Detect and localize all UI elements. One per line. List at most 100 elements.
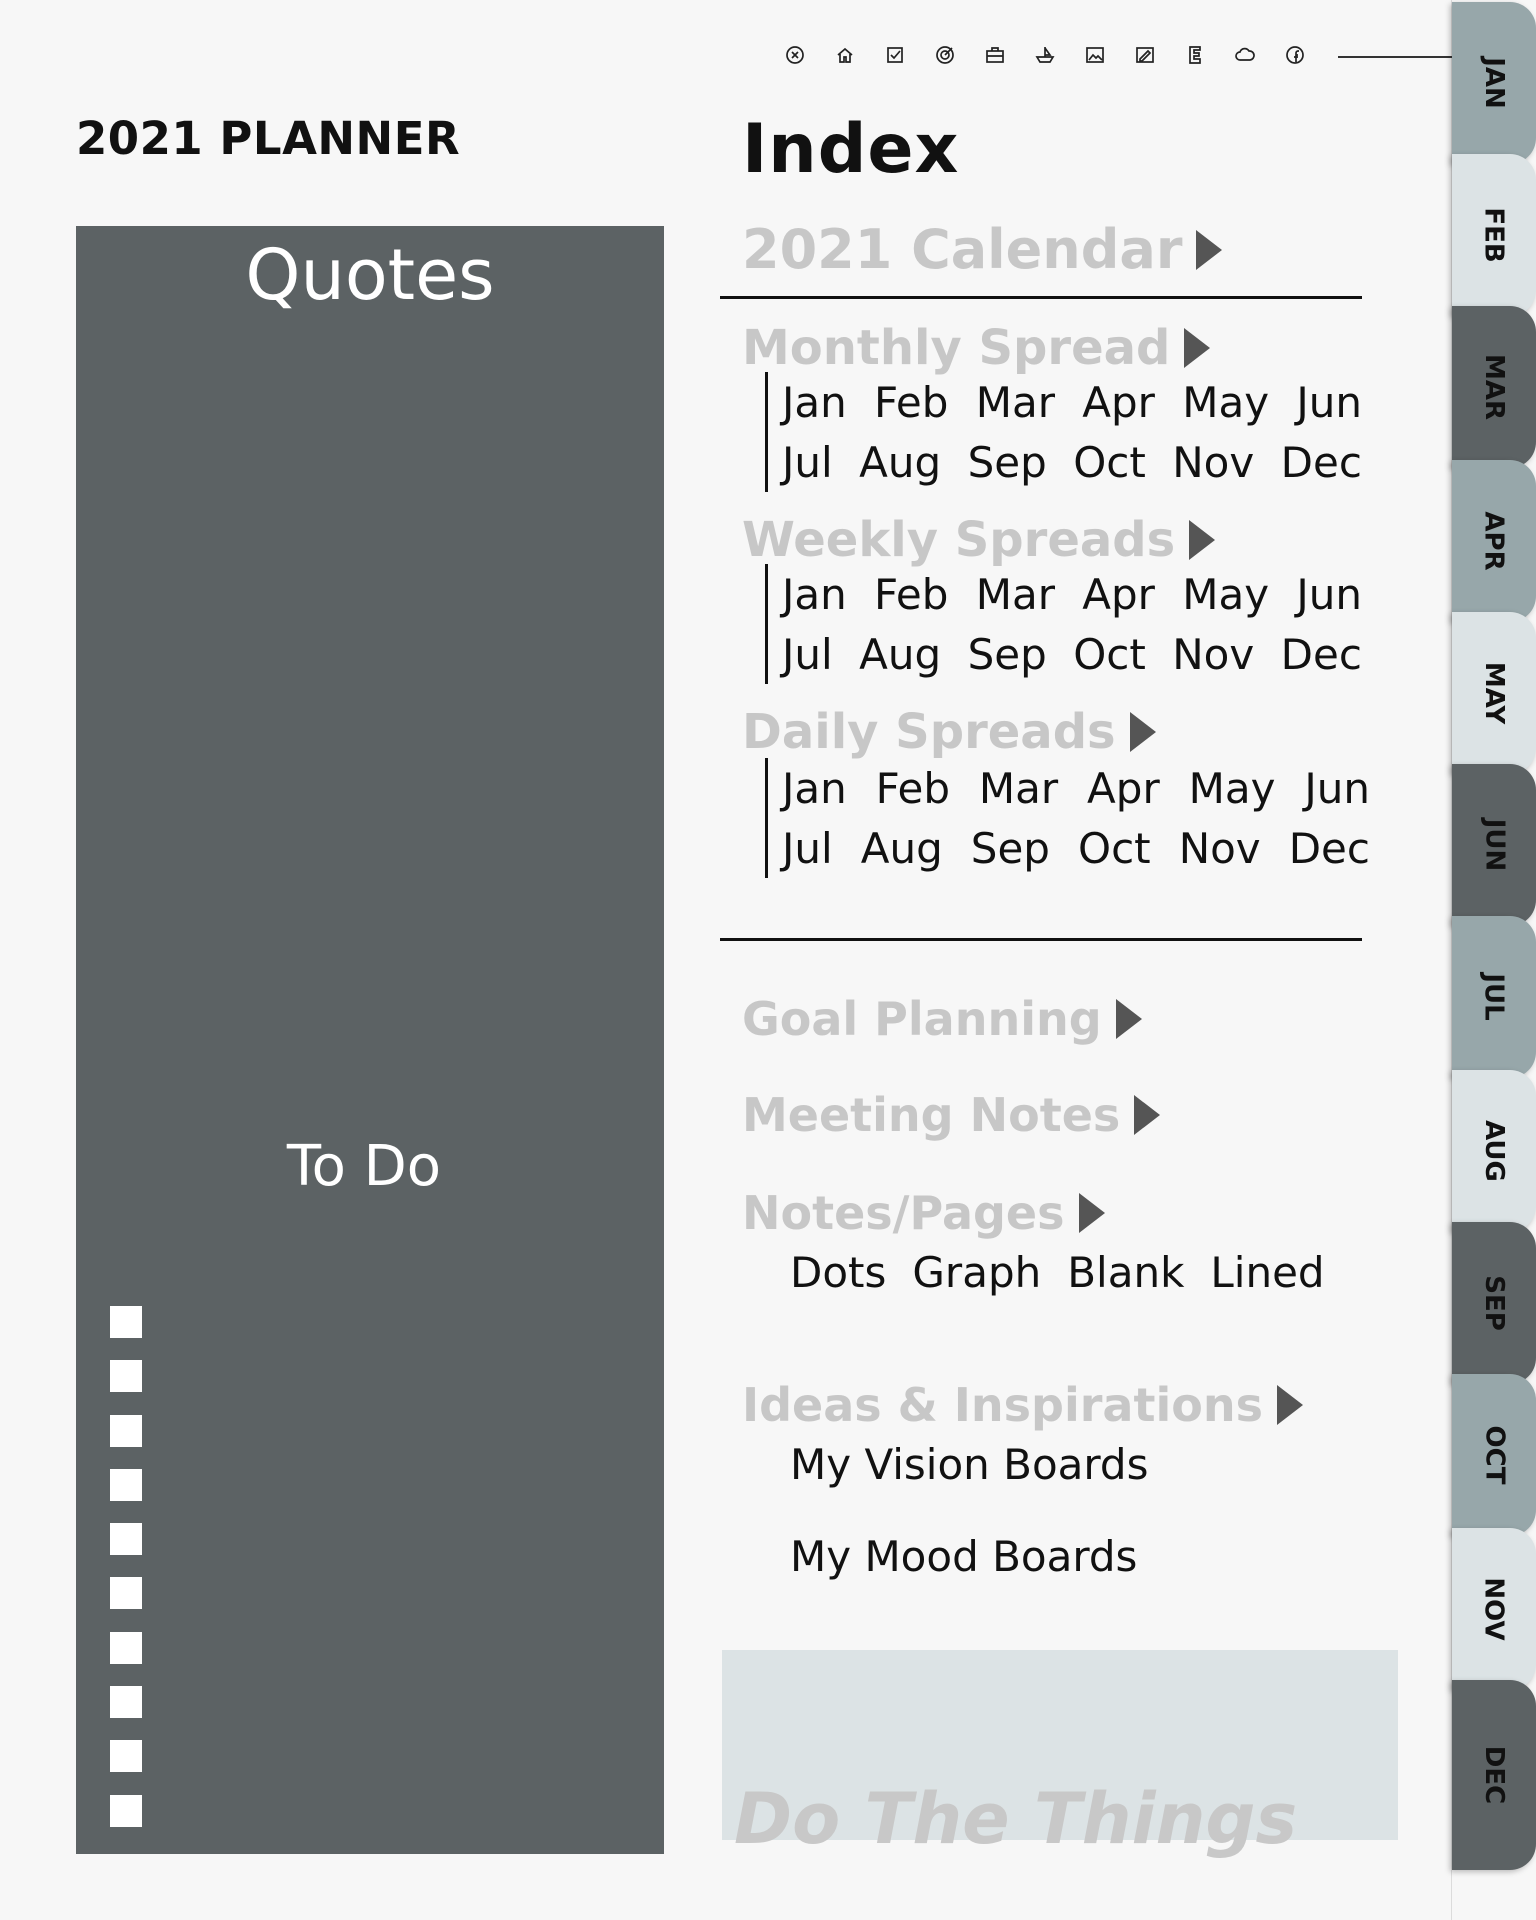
notes-pages-link[interactable]: Notes/Pages bbox=[742, 1186, 1105, 1240]
daily-apr-link[interactable]: Apr bbox=[1087, 764, 1160, 813]
calendar-link-label: 2021 Calendar bbox=[742, 218, 1183, 281]
boat-icon[interactable] bbox=[1034, 44, 1056, 66]
monthly-spread-link[interactable]: Monthly Spread bbox=[742, 320, 1211, 376]
tab-label: JUN bbox=[1478, 818, 1509, 872]
tab-jan[interactable]: JAN bbox=[1452, 2, 1536, 164]
tab-label: NOV bbox=[1478, 1577, 1509, 1641]
daily-oct-link[interactable]: Oct bbox=[1078, 824, 1151, 873]
sketch-icon[interactable] bbox=[1134, 44, 1156, 66]
daily-feb-link[interactable]: Feb bbox=[876, 764, 950, 813]
meeting-notes-link[interactable]: Meeting Notes bbox=[742, 1088, 1161, 1142]
todo-checkbox[interactable] bbox=[110, 1631, 142, 1664]
cloud-icon[interactable] bbox=[1234, 44, 1256, 66]
goal-planning-link[interactable]: Goal Planning bbox=[742, 992, 1142, 1046]
daily-jul-link[interactable]: Jul bbox=[782, 824, 833, 873]
tab-apr[interactable]: APR bbox=[1452, 460, 1536, 622]
todo-checkbox[interactable] bbox=[110, 1523, 142, 1556]
monthly-oct-link[interactable]: Oct bbox=[1073, 438, 1146, 487]
divider bbox=[720, 938, 1362, 941]
weekly-dec-link[interactable]: Dec bbox=[1281, 630, 1362, 679]
home-icon[interactable] bbox=[834, 44, 856, 66]
month-tabs: JAN FEB MAR APR MAY JUN JUL AUG SEP OCT … bbox=[1452, 0, 1536, 1920]
tab-label: JAN bbox=[1479, 57, 1509, 109]
weekly-apr-link[interactable]: Apr bbox=[1082, 570, 1155, 619]
monthly-sep-link[interactable]: Sep bbox=[968, 438, 1047, 487]
tab-sep[interactable]: SEP bbox=[1452, 1222, 1536, 1384]
tab-label: OCT bbox=[1478, 1425, 1509, 1485]
mood-boards-link[interactable]: My Mood Boards bbox=[790, 1532, 1137, 1581]
weekly-jan-link[interactable]: Jan bbox=[782, 570, 847, 619]
daily-jun-link[interactable]: Jun bbox=[1304, 764, 1370, 813]
daily-may-link[interactable]: May bbox=[1189, 764, 1276, 813]
todo-checkbox[interactable] bbox=[110, 1360, 142, 1393]
monthly-may-link[interactable]: May bbox=[1182, 378, 1269, 427]
monthly-jun-link[interactable]: Jun bbox=[1296, 378, 1362, 427]
notes-graph-link[interactable]: Graph bbox=[912, 1248, 1041, 1297]
weekly-aug-link[interactable]: Aug bbox=[859, 630, 941, 679]
tab-aug[interactable]: AUG bbox=[1452, 1070, 1536, 1232]
monthly-feb-link[interactable]: Feb bbox=[874, 378, 948, 427]
image-icon[interactable] bbox=[1084, 44, 1106, 66]
close-circle-icon[interactable] bbox=[784, 44, 806, 66]
tab-oct[interactable]: OCT bbox=[1452, 1374, 1536, 1536]
ideas-inspirations-link[interactable]: Ideas & Inspirations bbox=[742, 1378, 1303, 1432]
monthly-dec-link[interactable]: Dec bbox=[1281, 438, 1362, 487]
vision-boards-link[interactable]: My Vision Boards bbox=[790, 1440, 1148, 1489]
play-arrow-icon bbox=[1189, 520, 1216, 560]
monthly-mar-link[interactable]: Mar bbox=[976, 378, 1055, 427]
todo-checkbox[interactable] bbox=[110, 1306, 142, 1338]
daily-mar-link[interactable]: Mar bbox=[979, 764, 1058, 813]
weekly-spreads-link[interactable]: Weekly Spreads bbox=[742, 512, 1216, 568]
weekly-sep-link[interactable]: Sep bbox=[968, 630, 1047, 679]
calendar-link[interactable]: 2021 Calendar bbox=[742, 218, 1223, 281]
weekly-jul-link[interactable]: Jul bbox=[782, 630, 833, 679]
do-the-things-banner[interactable]: Do The Things bbox=[722, 1650, 1398, 1860]
tab-jun[interactable]: JUN bbox=[1452, 764, 1536, 926]
daily-dec-link[interactable]: Dec bbox=[1289, 824, 1370, 873]
todo-checkbox[interactable] bbox=[110, 1468, 142, 1501]
weekly-feb-link[interactable]: Feb bbox=[874, 570, 948, 619]
todo-checkbox[interactable] bbox=[110, 1414, 142, 1447]
daily-aug-link[interactable]: Aug bbox=[861, 824, 943, 873]
weekly-jun-link[interactable]: Jun bbox=[1296, 570, 1362, 619]
monthly-apr-link[interactable]: Apr bbox=[1082, 378, 1155, 427]
monthly-nov-link[interactable]: Nov bbox=[1172, 438, 1254, 487]
weekly-nov-link[interactable]: Nov bbox=[1172, 630, 1254, 679]
todo-checkbox[interactable] bbox=[110, 1686, 142, 1719]
daily-spreads-link[interactable]: Daily Spreads bbox=[742, 704, 1156, 760]
monthly-month-grid: Jan Feb Mar Apr May Jun Jul Aug Sep Oct … bbox=[765, 372, 1362, 492]
tab-nov[interactable]: NOV bbox=[1452, 1528, 1536, 1690]
monthly-aug-link[interactable]: Aug bbox=[859, 438, 941, 487]
monthly-jan-link[interactable]: Jan bbox=[782, 378, 847, 427]
tab-label: SEP bbox=[1478, 1275, 1509, 1331]
play-arrow-icon bbox=[1115, 999, 1142, 1039]
todo-checkbox[interactable] bbox=[110, 1740, 142, 1773]
monthly-jul-link[interactable]: Jul bbox=[782, 438, 833, 487]
tab-label: MAY bbox=[1479, 661, 1509, 725]
weekly-may-link[interactable]: May bbox=[1182, 570, 1269, 619]
checkbox-icon[interactable] bbox=[884, 44, 906, 66]
journal-icon[interactable] bbox=[1184, 44, 1206, 66]
tab-jul[interactable]: JUL bbox=[1452, 916, 1536, 1078]
notes-dots-link[interactable]: Dots bbox=[790, 1248, 886, 1297]
tab-dec[interactable]: DEC bbox=[1452, 1680, 1536, 1870]
weekly-oct-link[interactable]: Oct bbox=[1073, 630, 1146, 679]
tab-may[interactable]: MAY bbox=[1452, 612, 1536, 774]
tab-label: MAR bbox=[1478, 353, 1509, 421]
notes-lined-link[interactable]: Lined bbox=[1210, 1248, 1324, 1297]
daily-sep-link[interactable]: Sep bbox=[971, 824, 1050, 873]
notes-blank-link[interactable]: Blank bbox=[1067, 1248, 1184, 1297]
weekly-mar-link[interactable]: Mar bbox=[976, 570, 1055, 619]
daily-jan-link[interactable]: Jan bbox=[782, 764, 847, 813]
todo-checkbox[interactable] bbox=[110, 1794, 142, 1827]
briefcase-icon[interactable] bbox=[984, 44, 1006, 66]
monthly-spread-label: Monthly Spread bbox=[742, 320, 1171, 376]
target-icon[interactable] bbox=[934, 44, 956, 66]
todo-checkbox[interactable] bbox=[110, 1577, 142, 1610]
notes-type-list: Dots Graph Blank Lined bbox=[790, 1248, 1325, 1297]
tab-feb[interactable]: FEB bbox=[1452, 154, 1536, 316]
tab-mar[interactable]: MAR bbox=[1452, 306, 1536, 468]
daily-nov-link[interactable]: Nov bbox=[1179, 824, 1261, 873]
facebook-icon[interactable] bbox=[1284, 44, 1306, 66]
daily-month-grid: Jan Feb Mar Apr May Jun Jul Aug Sep Oct … bbox=[765, 758, 1370, 878]
